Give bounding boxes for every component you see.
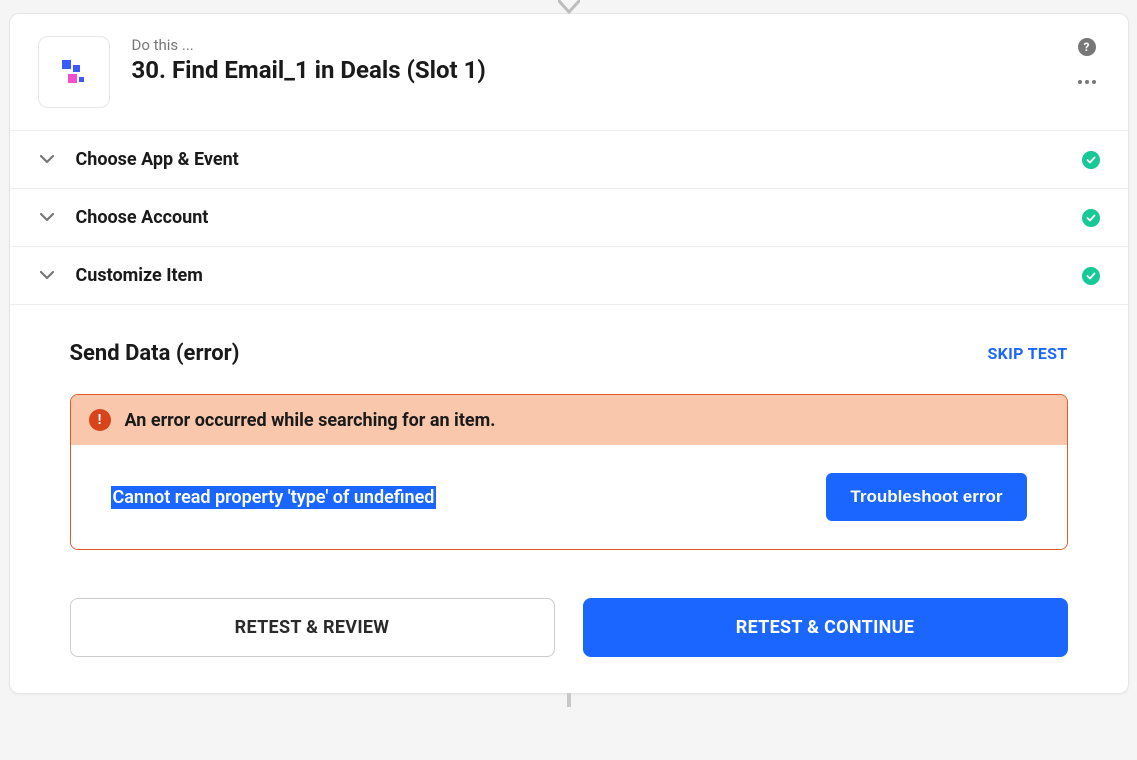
chevron-down-icon xyxy=(38,271,56,280)
section-label: Customize Item xyxy=(76,265,1082,286)
error-message-wrap: Cannot read property 'type' of undefined xyxy=(111,487,437,508)
section-choose-account[interactable]: Choose Account xyxy=(10,188,1128,246)
retest-continue-button[interactable]: RETEST & CONTINUE xyxy=(583,598,1068,657)
section-choose-app-event[interactable]: Choose App & Event xyxy=(10,130,1128,188)
status-complete-icon xyxy=(1082,209,1100,227)
error-title: An error occurred while searching for an… xyxy=(125,410,496,431)
chevron-down-icon xyxy=(38,213,56,222)
error-box: ! An error occurred while searching for … xyxy=(70,394,1068,550)
status-complete-icon xyxy=(1082,267,1100,285)
connector-arrow-top xyxy=(0,0,1137,14)
step-title: 30. Find Email_1 in Deals (Slot 1) xyxy=(132,56,1074,84)
send-data-section: Send Data (error) SKIP TEST ! An error o… xyxy=(10,304,1128,693)
help-icon[interactable]: ? xyxy=(1078,38,1096,56)
chevron-down-icon xyxy=(38,155,56,164)
step-subtitle: Do this ... xyxy=(132,36,1074,54)
card-header: Do this ... 30. Find Email_1 in Deals (S… xyxy=(10,14,1128,130)
status-complete-icon xyxy=(1082,151,1100,169)
skip-test-link[interactable]: SKIP TEST xyxy=(988,344,1068,363)
step-card: Do this ... 30. Find Email_1 in Deals (S… xyxy=(9,13,1129,694)
error-header: ! An error occurred while searching for … xyxy=(71,395,1067,445)
section-label: Choose App & Event xyxy=(76,149,1082,170)
retest-review-button[interactable]: RETEST & REVIEW xyxy=(70,598,555,657)
error-message: Cannot read property 'type' of undefined xyxy=(111,486,437,509)
section-label: Choose Account xyxy=(76,207,1082,228)
section-customize-item[interactable]: Customize Item xyxy=(10,246,1128,304)
error-icon: ! xyxy=(89,409,111,431)
more-menu-icon[interactable] xyxy=(1074,76,1100,88)
troubleshoot-button[interactable]: Troubleshoot error xyxy=(826,473,1026,521)
app-icon xyxy=(38,36,110,108)
connector-stub-bottom xyxy=(0,693,1137,707)
send-data-title: Send Data (error) xyxy=(70,341,240,366)
